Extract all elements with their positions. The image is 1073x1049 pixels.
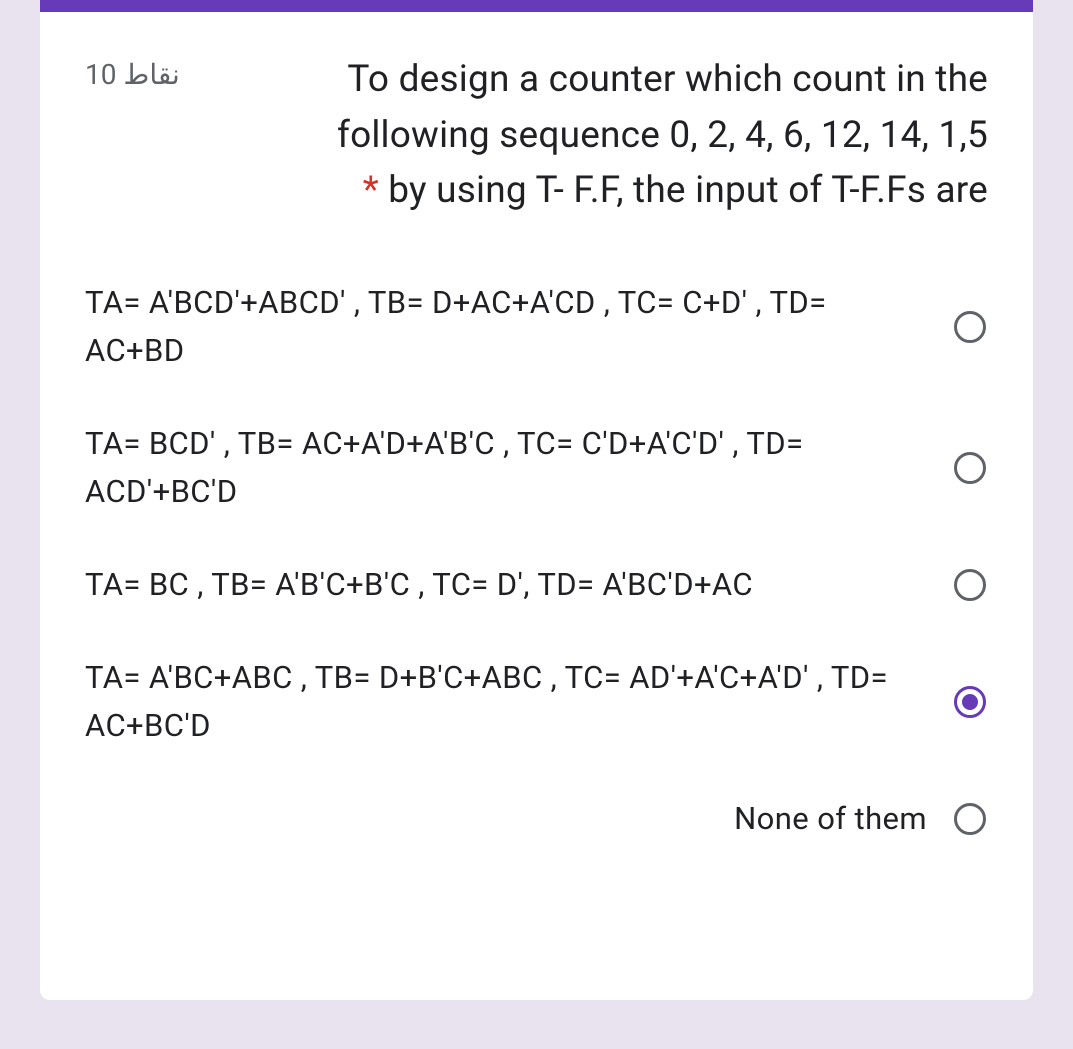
option-text: TA= A'BC+ABC , TB= D+B'C+ABC , TC= AD'+A… <box>85 654 927 750</box>
question-text: To design a counter which count in the f… <box>200 52 988 219</box>
option-row-1[interactable]: TA= BCD' , TB= AC+A'D+A'B'C , TC= C'D+A'… <box>85 420 988 516</box>
option-text: None of them <box>734 795 927 843</box>
options-list: TA= A'BCD'+ABCD' , TB= D+AC+A'CD , TC= C… <box>85 279 988 843</box>
option-row-2[interactable]: TA= BC , TB= A'B'C+B'C , TC= D', TD= A'B… <box>85 561 988 609</box>
points-label: 10 نقاط <box>85 58 180 91</box>
option-text: TA= BCD' , TB= AC+A'D+A'B'C , TC= C'D+A'… <box>85 420 927 516</box>
radio-icon[interactable] <box>952 567 988 603</box>
question-line-1: To design a counter which count in the <box>347 58 988 101</box>
question-line-2: following sequence 0, 2, 4, 6, 12, 14, 1… <box>337 114 988 157</box>
question-line-3: by using T- F.F, the input of T-F.Fs are <box>388 169 988 212</box>
radio-icon[interactable] <box>952 684 988 720</box>
option-row-0[interactable]: TA= A'BCD'+ABCD' , TB= D+AC+A'CD , TC= C… <box>85 279 988 375</box>
option-text: TA= A'BCD'+ABCD' , TB= D+AC+A'CD , TC= C… <box>85 279 927 375</box>
radio-icon[interactable] <box>952 450 988 486</box>
option-row-4[interactable]: None of them <box>85 795 988 843</box>
radio-icon[interactable] <box>952 801 988 837</box>
required-mark: * <box>363 169 379 212</box>
question-card: 10 نقاط To design a counter which count … <box>40 0 1033 1000</box>
option-row-3[interactable]: TA= A'BC+ABC , TB= D+B'C+ABC , TC= AD'+A… <box>85 654 988 750</box>
option-text: TA= BC , TB= A'B'C+B'C , TC= D', TD= A'B… <box>85 561 927 609</box>
radio-icon[interactable] <box>952 309 988 345</box>
question-header: 10 نقاط To design a counter which count … <box>85 52 988 219</box>
